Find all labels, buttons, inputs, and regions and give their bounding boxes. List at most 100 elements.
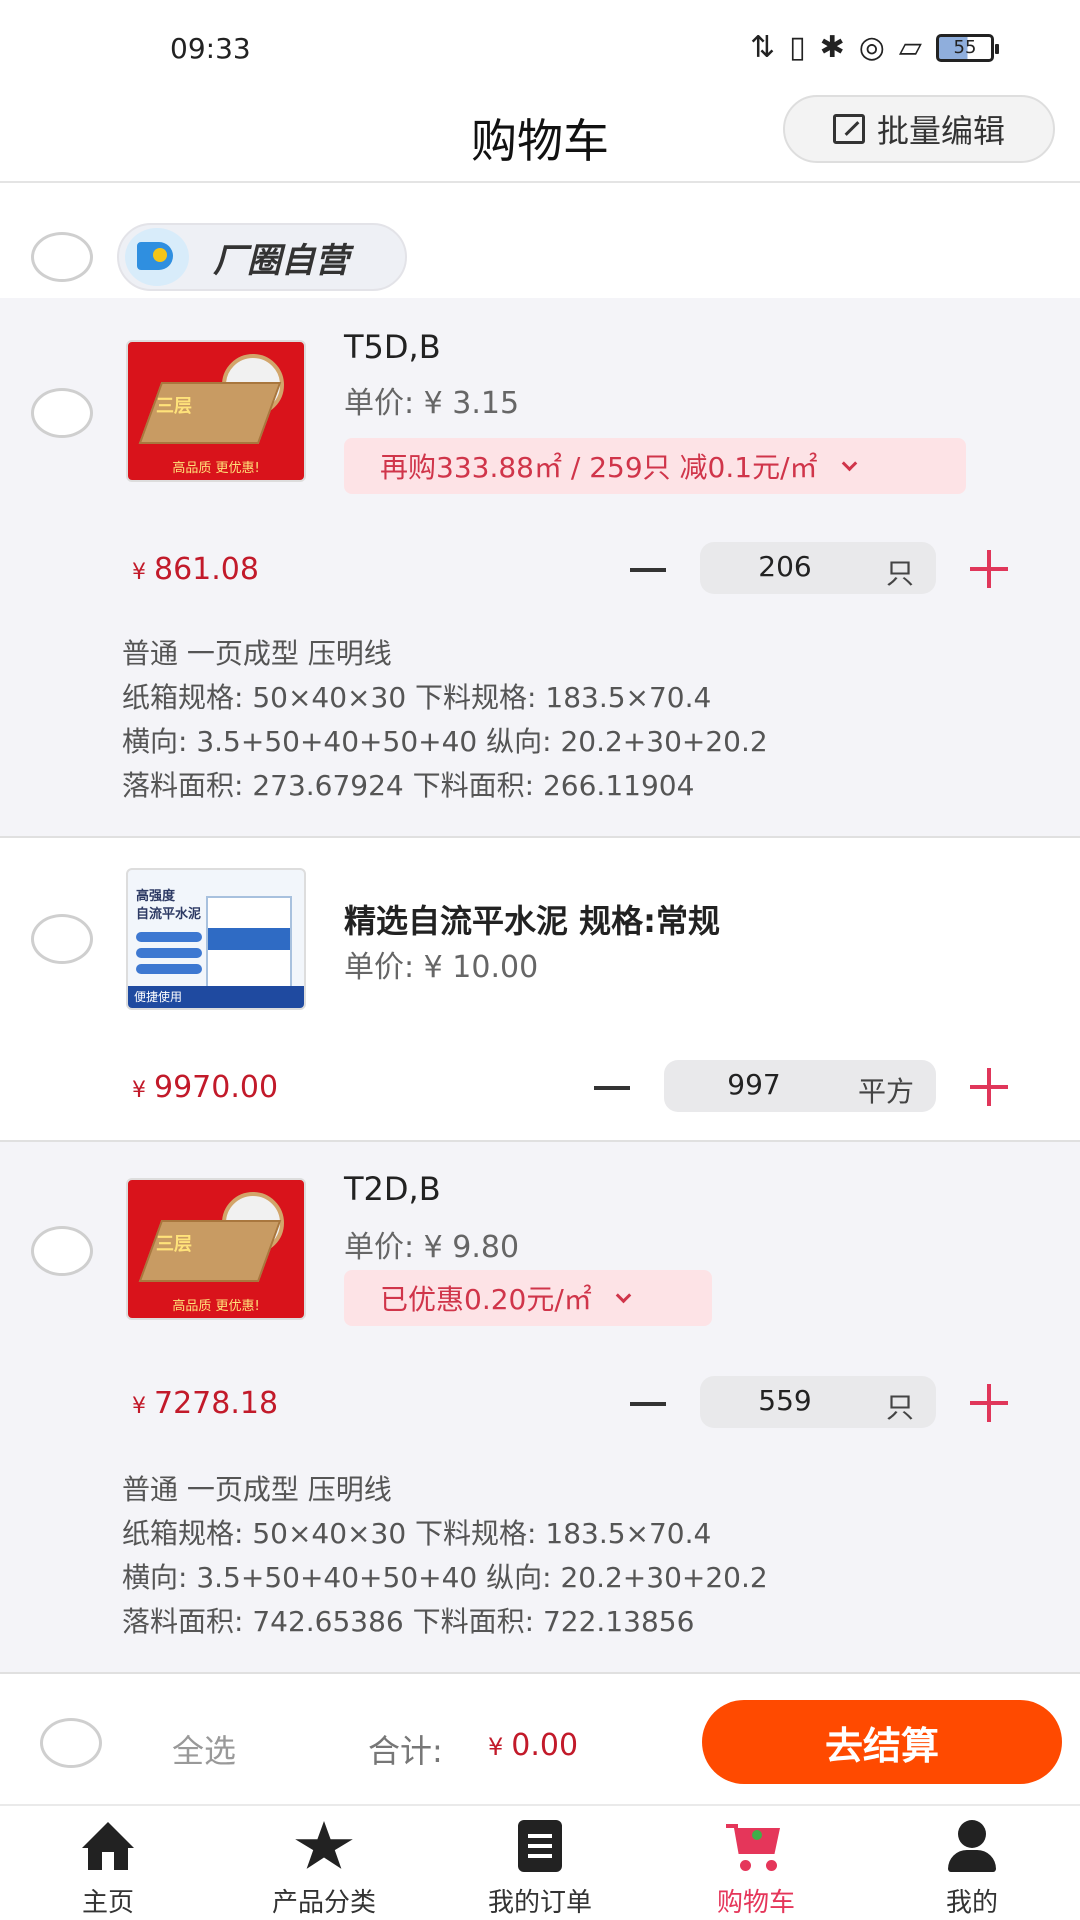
select-all-label[interactable]: 全选: [172, 1726, 236, 1772]
thumb-slogan: 高品质 更优惠!: [172, 1299, 260, 1314]
spec-line: 纸箱规格: 50×40×30 下料规格: 183.5×70.4: [122, 1517, 712, 1550]
quantity-value: 559: [758, 1384, 812, 1417]
status-icons: ⇅ ▯ ✱ ◎ ▱ 55: [749, 30, 999, 65]
currency-symbol: ¥: [132, 560, 146, 585]
unit-price: 单价: ¥ 9.80: [344, 1222, 519, 1266]
item-specs: 普通 一页成型 压明线 纸箱规格: 50×40×30 下料规格: 183.5×7…: [122, 1468, 768, 1644]
order-icon: [510, 1820, 570, 1872]
thumb-caption: 高强度 自流平水泥: [136, 888, 201, 924]
unit-price-value: ¥ 9.80: [423, 1230, 520, 1265]
signal-icon: ⇅: [749, 30, 776, 65]
promo-text: 已优惠0.20元/㎡: [380, 1283, 592, 1316]
quantity-increase-button[interactable]: [970, 550, 1008, 588]
total-label: 合计:: [368, 1732, 443, 1770]
unit-price: 单价: ¥ 10.00: [344, 942, 538, 986]
chevron-down-icon: [841, 455, 857, 471]
shop-row: 厂圈自营: [0, 185, 1080, 298]
tab-home[interactable]: 主页: [0, 1806, 216, 1920]
tab-label: 购物车: [716, 1888, 795, 1918]
thumb-label: 三层: [156, 1234, 192, 1255]
item-specs: 普通 一页成型 压明线 纸箱规格: 50×40×30 下料规格: 183.5×7…: [122, 632, 768, 808]
quantity-field[interactable]: 206 只: [700, 542, 936, 594]
quantity-decrease-button[interactable]: [594, 1086, 630, 1090]
item-subtotal: ¥9970.00: [132, 1070, 278, 1105]
product-title: T5D,B: [344, 328, 441, 366]
tab-cart[interactable]: 购物车: [648, 1806, 864, 1920]
page-header: 购物车 批量编辑: [0, 95, 1080, 183]
thumb-footer-text: 便捷使用: [134, 990, 183, 1004]
edit-icon: [832, 114, 865, 144]
star-icon: [295, 1821, 353, 1869]
quantity-unit: 只: [885, 1391, 914, 1424]
tab-profile[interactable]: 我的: [864, 1806, 1080, 1920]
shop-tag[interactable]: 厂圈自营: [117, 223, 407, 291]
chevron-down-icon: [615, 1287, 632, 1303]
total-value: 0.00: [511, 1728, 579, 1763]
battery-icon: 55: [936, 33, 999, 62]
quantity-decrease-button[interactable]: [630, 568, 666, 572]
unit-price-label: 单价:: [344, 950, 415, 985]
quantity-increase-button[interactable]: [970, 1068, 1008, 1106]
product-title: 精选自流平水泥 规格:常规: [344, 902, 720, 940]
item-subtotal: ¥7278.18: [132, 1386, 278, 1421]
home-icon: [78, 1820, 138, 1872]
cart-item: 高强度 自流平水泥 便捷使用 精选自流平水泥 规格:常规 单价: ¥ 10.00 …: [0, 838, 1080, 1142]
quantity-unit: 只: [885, 557, 914, 590]
spec-line: 纸箱规格: 50×40×30 下料规格: 183.5×70.4: [122, 681, 712, 714]
quantity-unit: 平方: [857, 1075, 914, 1108]
unit-price-label: 单价:: [344, 1230, 415, 1265]
select-all-checkbox[interactable]: [40, 1718, 102, 1768]
shop-name: 厂圈自营: [213, 240, 349, 281]
thumb-footer-bar: 便捷使用: [128, 986, 304, 1008]
batch-edit-label: 批量编辑: [876, 112, 1005, 150]
checkout-button[interactable]: 去结算: [702, 1700, 1062, 1784]
shop-select-checkbox[interactable]: [31, 232, 93, 282]
quantity-field[interactable]: 997 平方: [664, 1060, 936, 1112]
product-thumbnail[interactable]: 高强度 自流平水泥 便捷使用: [126, 868, 306, 1010]
item-select-checkbox[interactable]: [31, 388, 93, 438]
promo-banner[interactable]: 再购333.88㎡ / 259只 减0.1元/㎡: [344, 438, 966, 494]
item-select-checkbox[interactable]: [31, 1226, 93, 1276]
bottom-tab-bar: 主页 产品分类 我的订单 购物车 我的: [0, 1804, 1080, 1920]
cart-item: 三层 高品质 更优惠! T2D,B 单价: ¥ 9.80 已优惠0.20元/㎡ …: [0, 1142, 1080, 1674]
spec-line: 横向: 3.5+50+40+50+40 纵向: 20.2+30+20.2: [122, 725, 768, 758]
tab-label: 主页: [81, 1888, 134, 1918]
bluetooth-icon: ✱: [819, 30, 845, 65]
quantity-value: 206: [758, 550, 812, 583]
wifi-icon: ◎: [858, 30, 885, 65]
vibrate-icon: ▯: [789, 30, 806, 65]
tab-categories[interactable]: 产品分类: [216, 1806, 432, 1920]
item-select-checkbox[interactable]: [31, 914, 93, 964]
subtotal-value: 861.08: [154, 552, 259, 587]
product-thumbnail[interactable]: 三层 高品质 更优惠!: [126, 1178, 306, 1320]
thumb-label: 三层: [156, 396, 192, 417]
sim-icon: ▱: [898, 30, 922, 65]
user-icon: [942, 1820, 1002, 1872]
currency-symbol: ¥: [132, 1394, 146, 1419]
quantity-field[interactable]: 559 只: [700, 1376, 936, 1428]
quantity-value: 997: [727, 1068, 781, 1101]
tab-orders[interactable]: 我的订单: [432, 1806, 648, 1920]
spec-line: 普通 一页成型 压明线: [122, 637, 392, 670]
thumb-caption-line: 高强度: [136, 889, 176, 904]
product-thumbnail[interactable]: 三层 高品质 更优惠!: [126, 340, 306, 482]
unit-price: 单价: ¥ 3.15: [344, 378, 519, 422]
status-time: 09:33: [170, 32, 251, 65]
thumb-feature-list: [136, 932, 202, 980]
status-bar: 09:33 ⇅ ▯ ✱ ◎ ▱ 55: [0, 0, 1080, 95]
batch-edit-button[interactable]: 批量编辑: [783, 95, 1055, 163]
unit-price-value: ¥ 10.00: [423, 950, 539, 985]
thumb-slogan: 高品质 更优惠!: [172, 461, 260, 476]
unit-price-value: ¥ 3.15: [423, 386, 520, 421]
quantity-increase-button[interactable]: [970, 1384, 1008, 1422]
spec-line: 落料面积: 273.67924 下料面积: 266.11904: [122, 769, 695, 802]
spec-line: 普通 一页成型 压明线: [122, 1473, 392, 1506]
currency-symbol: ¥: [488, 1733, 504, 1761]
cart-item: 三层 高品质 更优惠! T5D,B 单价: ¥ 3.15 再购333.88㎡ /…: [0, 298, 1080, 838]
quantity-decrease-button[interactable]: [630, 1402, 666, 1406]
product-title: T2D,B: [344, 1170, 441, 1208]
promo-banner[interactable]: 已优惠0.20元/㎡: [344, 1270, 712, 1326]
subtotal-value: 7278.18: [154, 1386, 279, 1421]
tab-label: 产品分类: [271, 1888, 376, 1918]
checkout-bar: 全选 合计: ¥0.00 去结算: [0, 1674, 1080, 1804]
